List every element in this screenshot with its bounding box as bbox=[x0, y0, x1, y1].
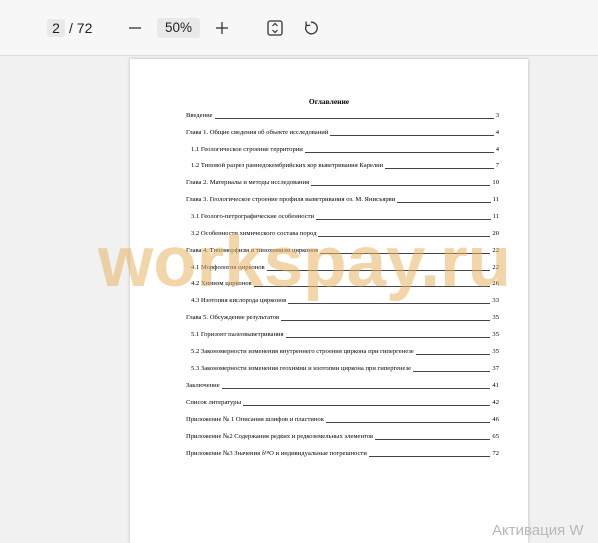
toc-entry-text: 5.3 Закономерности изменения геохимии и … bbox=[191, 365, 412, 372]
toc-entry[interactable]: 5.1 Горизонт палеовыветривания 35 bbox=[191, 329, 499, 339]
toc-leader bbox=[415, 353, 491, 355]
toc-entry-text: 5.2 Закономерности изменения внутреннего… bbox=[191, 348, 414, 355]
toc-entry-page: 37 bbox=[492, 365, 499, 372]
toc-entry[interactable]: Список литературы 42 bbox=[186, 397, 499, 407]
toc-entry-text: Приложение №3 Значения δ¹⁸O и индивидуал… bbox=[186, 450, 367, 457]
zoom-out-button[interactable] bbox=[123, 16, 147, 40]
toc-entry-page: 41 bbox=[492, 382, 499, 389]
toc-leader bbox=[316, 218, 491, 220]
toc-leader bbox=[214, 117, 494, 119]
toc-leader bbox=[304, 151, 494, 153]
toc-entry-text: Глава 3. Геологическое строение профиля … bbox=[186, 196, 396, 203]
toc-entry-page: 35 bbox=[492, 331, 499, 338]
toc-entry-text: Заключение bbox=[186, 382, 220, 389]
toc-entry-page: 4 bbox=[495, 129, 499, 136]
rotate-icon bbox=[305, 21, 318, 35]
toc-entry[interactable]: Приложение № 1 Описания шлифов и пластин… bbox=[186, 414, 499, 424]
toc-entry[interactable]: Глава 3. Геологическое строение профиля … bbox=[186, 194, 499, 204]
toc-leader bbox=[281, 319, 491, 321]
toc-entry[interactable]: 1.1 Геологическое строение территории 4 bbox=[191, 144, 499, 154]
toc-entry-page: 7 bbox=[495, 162, 499, 169]
toc-leader bbox=[325, 421, 491, 423]
toc-entry-page: 11 bbox=[492, 213, 499, 220]
toc-entry[interactable]: 3.1 Геолого-петрографические особенности… bbox=[191, 211, 499, 221]
fit-page-icon bbox=[267, 20, 283, 36]
toc-entry-text: Введение bbox=[186, 112, 213, 119]
toc-entry-text: 1.2 Типовой разрез раннедокембрийских ко… bbox=[191, 162, 384, 169]
zoom-in-button[interactable] bbox=[210, 16, 234, 40]
toc-entry-page: 65 bbox=[492, 433, 499, 440]
pdf-toolbar: 2 / 72 50% bbox=[0, 0, 598, 56]
minus-icon bbox=[129, 27, 141, 29]
toc-entry-page: 72 bbox=[492, 450, 499, 457]
toc-entry[interactable]: Приложение №3 Значения δ¹⁸O и индивидуал… bbox=[186, 448, 499, 458]
toc-entry-page: 35 bbox=[492, 348, 499, 355]
toc-entry-text: 3.1 Геолого-петрографические особенности bbox=[191, 213, 315, 220]
toc-leader bbox=[243, 404, 491, 406]
toc-entry-page: 35 bbox=[492, 314, 499, 321]
toc-entry-page: 10 bbox=[492, 179, 499, 186]
rotate-button[interactable] bbox=[299, 16, 323, 40]
page-number-input[interactable]: 2 bbox=[47, 19, 65, 37]
toc-entry-text: Список литературы bbox=[186, 399, 242, 406]
toc-entry[interactable]: 5.3 Закономерности изменения геохимии и … bbox=[191, 363, 499, 373]
toc-entry-page: 3 bbox=[495, 112, 499, 119]
toc-leader bbox=[221, 387, 491, 389]
toc-entry[interactable]: Глава 1. Общие сведения об объекте иссле… bbox=[186, 127, 499, 137]
fit-page-button[interactable] bbox=[263, 16, 287, 40]
toc-entry-page: 11 bbox=[492, 196, 499, 203]
toc-entry[interactable]: 1.2 Типовой разрез раннедокембрийских ко… bbox=[191, 160, 499, 170]
plus-icon bbox=[216, 22, 228, 34]
toc-entry-page: 42 bbox=[492, 399, 499, 406]
zoom-level[interactable]: 50% bbox=[157, 18, 200, 38]
toc-entry-page: 46 bbox=[492, 416, 499, 423]
toc-entry-text: Глава 1. Общие сведения об объекте иссле… bbox=[186, 129, 329, 136]
toc-leader bbox=[311, 184, 491, 186]
toc-entry-text: Приложение № 1 Описания шлифов и пластин… bbox=[186, 416, 324, 423]
toc-entry-text: Приложение №2 Содержания редких и редкоз… bbox=[186, 433, 374, 440]
toc-leader bbox=[368, 455, 491, 457]
toc-entry[interactable]: Заключение 41 bbox=[186, 380, 499, 390]
toc-entry[interactable]: Введение 3 bbox=[186, 110, 499, 120]
toc-entry-text: 5.1 Горизонт палеовыветривания bbox=[191, 331, 284, 338]
toc-title: Оглавление bbox=[308, 97, 350, 106]
toc-leader bbox=[285, 336, 491, 338]
toc-leader bbox=[397, 201, 491, 203]
toc-entry-text: Глава 2. Материалы и методы исследования bbox=[186, 179, 310, 186]
toc-leader bbox=[375, 438, 491, 440]
toc-entry[interactable]: Приложение №2 Содержания редких и редкоз… bbox=[186, 431, 499, 441]
windows-activation-overlay: Активация W bbox=[492, 522, 584, 539]
toc-entry[interactable]: 5.2 Закономерности изменения внутреннего… bbox=[191, 346, 499, 356]
toc-entry-text: 1.1 Геологическое строение территории bbox=[191, 146, 303, 153]
toc-entry[interactable]: Глава 5. Обсуждение результатов 35 bbox=[186, 312, 499, 322]
page-total-label: / 72 bbox=[69, 20, 93, 36]
toc-leader bbox=[413, 370, 491, 372]
toc-leader bbox=[330, 134, 494, 136]
toc-entry-text: Глава 5. Обсуждение результатов bbox=[186, 314, 280, 321]
toc-entry-page: 4 bbox=[495, 146, 499, 153]
toc-entry[interactable]: Глава 2. Материалы и методы исследования… bbox=[186, 177, 499, 187]
watermark: workspay.ru bbox=[98, 223, 511, 302]
toc-leader bbox=[385, 167, 494, 169]
